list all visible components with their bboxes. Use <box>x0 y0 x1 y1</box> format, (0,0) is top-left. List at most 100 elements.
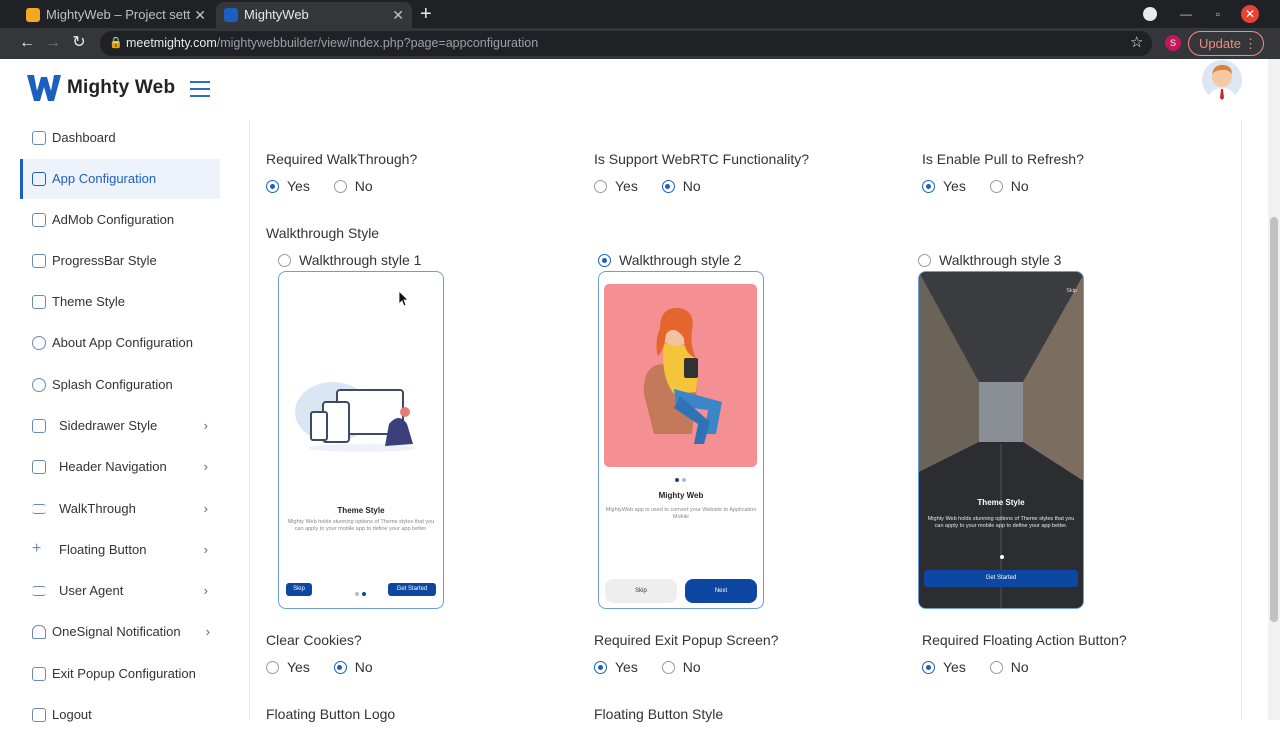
radio-circle[interactable] <box>266 661 279 674</box>
close-window-icon[interactable]: ✕ <box>1241 5 1259 23</box>
walkthrough-style-3-preview[interactable]: Skip Theme Style Mighty Web holds stunni… <box>918 271 1084 609</box>
devices-illustration-icon <box>295 382 417 452</box>
palette-icon <box>32 295 46 309</box>
update-button[interactable]: Update ⋮ <box>1188 31 1264 56</box>
radio-circle[interactable] <box>598 254 611 267</box>
walkthrough-style-2-option[interactable]: Walkthrough style 2 <box>598 250 741 270</box>
sidebar-item-header-navigation[interactable]: Header Navigation › <box>20 447 220 487</box>
chevron-right-icon: › <box>203 501 208 516</box>
radio-circle[interactable] <box>989 661 1003 674</box>
app-name: Mighty Web <box>67 77 176 98</box>
address-bar[interactable]: 🔒 meetmighty.com/mightywebbuilder/view/i… <box>100 31 1152 56</box>
radio-circle[interactable] <box>266 180 279 193</box>
browser-tab-mightyweb[interactable]: MightyWeb ✕ <box>216 2 412 28</box>
radio-no[interactable]: No <box>661 657 701 677</box>
user-avatar[interactable] <box>1202 60 1242 100</box>
radio-yes[interactable]: Yes <box>594 657 638 677</box>
radio-label: Yes <box>615 178 638 194</box>
radio-circle[interactable] <box>989 180 1003 193</box>
new-tab-icon[interactable]: + <box>420 2 438 26</box>
app-header: Mighty Web <box>10 59 1268 120</box>
radio-label: Yes <box>943 178 966 194</box>
radio-yes[interactable]: Yes <box>266 657 310 677</box>
sidebar: Dashboard App Configuration AdMob Config… <box>10 118 222 722</box>
sidebar-item-splash-configuration[interactable]: Splash Configuration <box>20 365 220 405</box>
sidebar-item-exit-popup-configuration[interactable]: Exit Popup Configuration <box>20 654 220 694</box>
preview-skip-button: Skip <box>605 579 677 603</box>
minimize-icon[interactable]: — <box>1176 4 1196 24</box>
preview-skip-link: Skip <box>1066 288 1077 294</box>
sidebar-item-dashboard[interactable]: Dashboard <box>20 118 220 158</box>
radio-label: No <box>682 659 701 675</box>
sidebar-item-logout[interactable]: Logout <box>20 695 220 735</box>
back-icon[interactable]: ← <box>17 33 37 53</box>
sidebar-item-label: Sidedrawer Style <box>59 418 158 433</box>
radio-circle[interactable] <box>594 180 607 193</box>
walkthrough-style-2-preview[interactable]: Mighty Web MightyWeb app is used to conv… <box>598 271 764 609</box>
close-tab-icon[interactable]: ✕ <box>392 2 404 28</box>
radio-no[interactable]: No <box>661 176 701 196</box>
radio-circle[interactable] <box>661 180 675 193</box>
walkthrough-style-1-preview[interactable]: Theme Style Mighty Web holds stunning op… <box>278 271 444 609</box>
radio-circle[interactable] <box>661 661 675 674</box>
mightyweb-favicon-icon <box>224 8 238 22</box>
sidebar-item-user-agent[interactable]: User Agent › <box>20 571 220 611</box>
radio-yes[interactable]: Yes <box>922 176 966 196</box>
girl-on-chair-illustration-icon <box>643 307 722 444</box>
forward-icon[interactable]: → <box>43 33 63 53</box>
radio-yes[interactable]: Yes <box>266 176 310 196</box>
mouse-cursor-icon <box>399 291 409 307</box>
bookmark-star-icon[interactable]: ☆ <box>1130 33 1143 51</box>
page-dot-active <box>362 592 366 596</box>
plus-icon: + <box>32 540 42 557</box>
sidebar-item-label: Dashboard <box>52 130 116 145</box>
radio-no[interactable]: No <box>989 657 1029 677</box>
scrollbar-thumb[interactable] <box>1270 217 1278 622</box>
preview-description: MightyWeb app is used to convert your We… <box>605 507 757 520</box>
sidebar-item-theme-style[interactable]: Theme Style <box>20 282 220 322</box>
sidebar-item-walkthrough[interactable]: WalkThrough › <box>20 489 220 529</box>
radio-no[interactable]: No <box>989 176 1029 196</box>
sidebar-item-about-app-configuration[interactable]: About App Configuration <box>20 323 220 363</box>
url-host: meetmighty.com <box>126 36 217 50</box>
radio-circle[interactable] <box>922 661 935 674</box>
browser-tab-project-settings[interactable]: MightyWeb – Project sett ✕ <box>18 2 214 28</box>
radio-circle[interactable] <box>333 661 347 674</box>
radio-yes[interactable]: Yes <box>594 176 638 196</box>
radio-circle[interactable] <box>333 180 347 193</box>
preview-next-button: Next <box>685 579 757 603</box>
sidebar-item-admob-configuration[interactable]: AdMob Configuration <box>20 200 220 240</box>
info-icon <box>32 336 46 350</box>
profile-avatar[interactable]: S <box>1165 35 1181 51</box>
page-dot-active <box>1000 555 1004 559</box>
layout-icon <box>32 419 46 433</box>
radio-circle[interactable] <box>594 661 607 674</box>
radio-label: Walkthrough style 2 <box>619 252 742 268</box>
radio-no[interactable]: No <box>333 176 373 196</box>
reload-icon[interactable]: ↻ <box>69 33 89 53</box>
close-tab-icon[interactable]: ✕ <box>194 2 206 28</box>
radio-label: No <box>354 659 373 675</box>
url-path: /mightywebbuilder/view/index.php?page=ap… <box>216 36 539 50</box>
walkthrough-style-1-option[interactable]: Walkthrough style 1 <box>278 250 421 270</box>
page-scrollbar[interactable] <box>1268 59 1280 720</box>
radio-circle[interactable] <box>278 254 291 267</box>
sidebar-item-onesignal-notification[interactable]: OneSignal Notification › <box>20 612 220 652</box>
preview-get-started-button: Get Started <box>388 583 436 596</box>
radio-label: No <box>1010 178 1029 194</box>
walkthrough-style-3-option[interactable]: Walkthrough style 3 <box>918 250 1061 270</box>
sidebar-item-sidedrawer-style[interactable]: Sidedrawer Style › <box>20 406 220 446</box>
restore-icon[interactable]: ▫ <box>1208 4 1228 24</box>
radio-no[interactable]: No <box>333 657 373 677</box>
sidebar-item-app-configuration[interactable]: App Configuration <box>20 159 220 199</box>
hamburger-menu-icon[interactable] <box>190 81 210 97</box>
required-walkthrough-label: Required WalkThrough? <box>266 151 418 167</box>
radio-circle[interactable] <box>922 180 935 193</box>
radio-circle[interactable] <box>918 254 931 267</box>
tab-search-icon[interactable] <box>1143 7 1157 21</box>
chevron-right-icon: › <box>203 459 208 474</box>
sidebar-item-floating-button[interactable]: + Floating Button › <box>20 530 220 570</box>
sidebar-item-progressbar-style[interactable]: ProgressBar Style <box>20 241 220 281</box>
sidebar-item-label: App Configuration <box>52 171 157 186</box>
radio-yes[interactable]: Yes <box>922 657 966 677</box>
